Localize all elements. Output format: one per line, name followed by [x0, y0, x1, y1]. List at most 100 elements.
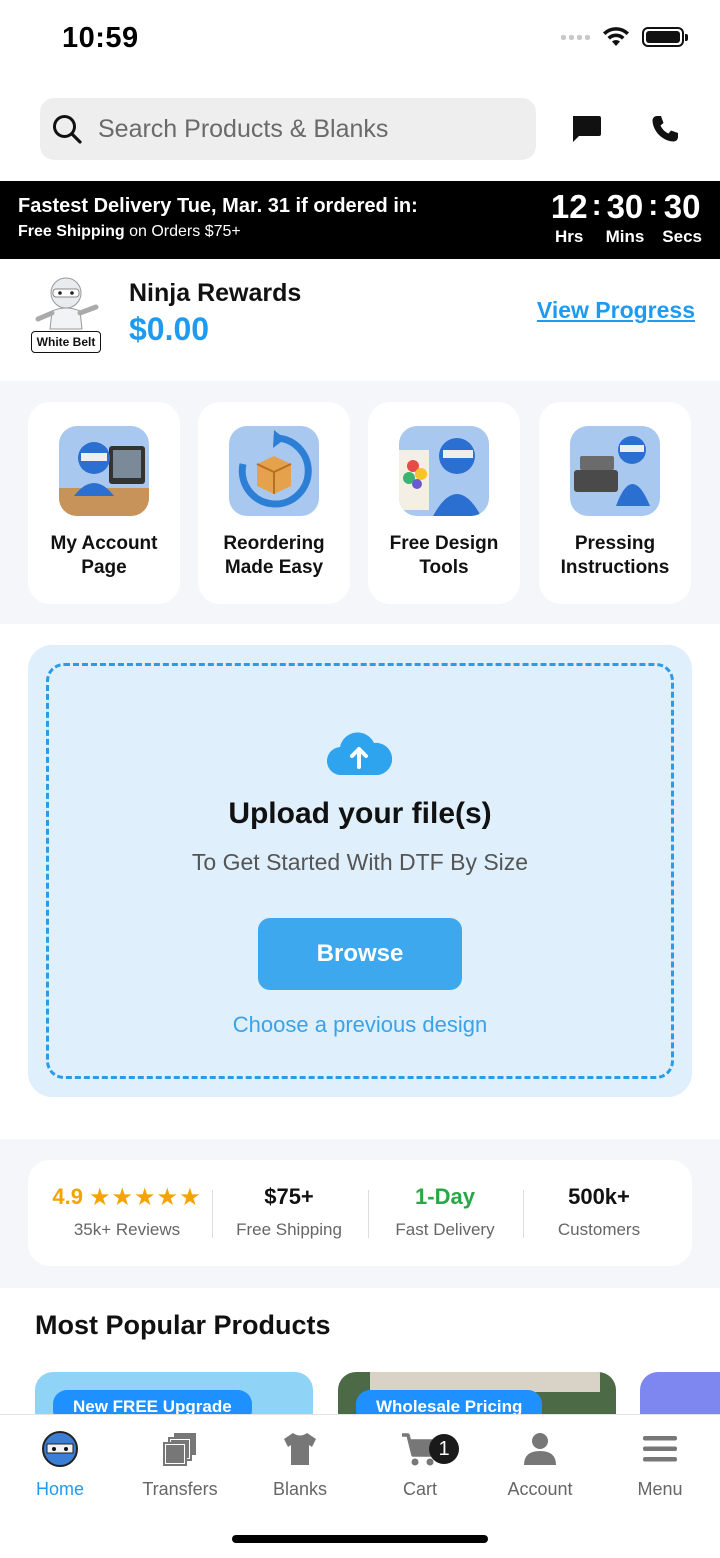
timer-minutes-value: 30 — [606, 188, 644, 225]
ninja-heat-press-icon — [570, 426, 660, 516]
timer-seconds-label: Secs — [662, 227, 702, 246]
rating-value: 4.9 — [52, 1184, 83, 1209]
stat-rating: 4.9 ★★★★★ 35k+ Reviews — [42, 1182, 212, 1240]
stat-divider — [523, 1190, 524, 1238]
hamburger-icon — [643, 1436, 677, 1462]
timer-seconds: 30 Secs — [662, 189, 702, 247]
delivery-countdown-banner: Fastest Delivery Tue, Mar. 31 if ordered… — [0, 181, 720, 259]
ninja-rewards-panel: White Belt Ninja Rewards $0.00 View Prog… — [0, 259, 720, 381]
tab-account[interactable]: Account — [480, 1429, 600, 1500]
rating-reviews: 35k+ Reviews — [73, 1220, 181, 1239]
product-tag: New FREE Upgrade — [53, 1390, 252, 1414]
cloud-upload-icon — [326, 732, 392, 776]
shipping-label: Free Shipping — [236, 1220, 342, 1239]
delivery-label: Fast Delivery — [395, 1220, 495, 1239]
bottom-tab-bar: Home Transfers Blanks 1 Cart Account Men… — [0, 1414, 720, 1558]
product-tag: Wholesale Pricing — [356, 1390, 543, 1414]
trust-stats-section: 4.9 ★★★★★ 35k+ Reviews $75+ Free Shipping… — [0, 1139, 720, 1288]
timer-minutes-label: Mins — [605, 227, 645, 246]
tab-menu[interactable]: Menu — [600, 1429, 720, 1500]
free-shipping-note: Free Shipping on Orders $75+ — [18, 223, 241, 241]
person-icon — [524, 1433, 556, 1465]
product-card[interactable] — [640, 1372, 720, 1414]
ninja-home-icon — [42, 1431, 78, 1467]
free-shipping-label: Free Shipping — [18, 223, 125, 240]
view-progress-link[interactable]: View Progress — [537, 297, 695, 324]
wifi-icon — [603, 27, 629, 46]
chat-icon[interactable] — [570, 114, 602, 144]
rating-stars-icon: ★★★★★ — [89, 1183, 202, 1211]
search-bar[interactable] — [40, 98, 536, 160]
upload-subtitle: To Get Started With DTF By Size — [191, 849, 529, 875]
quick-link-label: My Account Page — [50, 533, 158, 578]
search-input[interactable] — [98, 114, 518, 144]
tshirt-icon — [284, 1433, 316, 1465]
quick-link-pressing[interactable]: Pressing Instructions — [539, 402, 691, 604]
status-icons — [561, 26, 688, 48]
timer-hours: 12 Hrs — [551, 189, 588, 247]
search-row — [40, 98, 700, 160]
customers-label: Customers — [557, 1220, 641, 1239]
timer-separator: : — [648, 189, 659, 222]
free-shipping-threshold: on Orders $75+ — [124, 223, 241, 240]
section-title: Most Popular Products — [35, 1310, 331, 1340]
popular-products-section: Most Popular Products New FREE Upgrade W… — [0, 1288, 720, 1414]
tab-label: Menu — [637, 1479, 683, 1499]
rewards-balance: $0.00 — [129, 311, 210, 347]
tab-label: Blanks — [272, 1479, 328, 1499]
stat-shipping: $75+ Free Shipping — [224, 1182, 354, 1240]
upload-dropzone[interactable]: Upload your file(s) To Get Started With … — [28, 645, 692, 1097]
product-card[interactable]: Wholesale Pricing — [338, 1372, 616, 1414]
cart-count-badge: 1 — [429, 1434, 459, 1464]
timer-hours-value: 12 — [550, 188, 588, 225]
trust-stats-card: 4.9 ★★★★★ 35k+ Reviews $75+ Free Shipping… — [28, 1160, 692, 1266]
upload-title: Upload your file(s) — [228, 797, 492, 830]
timer-hours-label: Hrs — [555, 227, 584, 246]
status-time: 10:59 — [62, 22, 139, 54]
quick-link-label: Reordering Made Easy — [223, 533, 325, 578]
layers-icon — [163, 1433, 196, 1466]
tab-label: Cart — [402, 1479, 437, 1499]
tab-label: Account — [507, 1479, 573, 1499]
belt-badge: White Belt — [31, 331, 101, 353]
stat-divider — [212, 1190, 213, 1238]
countdown-timer: 12 Hrs : 30 Mins : 30 Secs — [551, 189, 702, 247]
home-indicator — [232, 1535, 488, 1543]
reorder-box-icon — [229, 426, 319, 516]
stat-customers: 500k+ Customers — [534, 1182, 664, 1240]
tab-label: Home — [35, 1479, 84, 1499]
delivery-value: 1-Day — [415, 1184, 475, 1209]
stat-delivery: 1-Day Fast Delivery — [380, 1182, 510, 1240]
tab-home[interactable]: Home — [0, 1429, 120, 1500]
quick-link-label: Pressing Instructions — [560, 533, 670, 578]
tab-transfers[interactable]: Transfers — [120, 1429, 240, 1500]
browse-button[interactable]: Browse — [258, 918, 462, 990]
shipping-value: $75+ — [264, 1184, 314, 1209]
stat-divider — [368, 1190, 369, 1238]
tab-cart[interactable]: 1 Cart — [360, 1429, 480, 1500]
phone-icon[interactable] — [650, 114, 680, 144]
rewards-title: Ninja Rewards — [129, 279, 302, 307]
delivery-title: Fastest Delivery Tue, Mar. 31 if ordered… — [18, 195, 418, 217]
quick-link-reordering[interactable]: Reordering Made Easy — [198, 402, 350, 604]
ninja-computer-icon — [59, 426, 149, 516]
status-bar: 10:59 — [0, 0, 720, 80]
upload-section: Upload your file(s) To Get Started With … — [0, 624, 720, 1139]
product-card[interactable]: New FREE Upgrade — [35, 1372, 313, 1414]
customers-value: 500k+ — [568, 1184, 630, 1209]
cellular-signal-icon — [561, 34, 590, 40]
quick-links-section: My Account Page Reordering Made Easy Free … — [0, 381, 720, 624]
timer-separator: : — [591, 189, 602, 222]
quick-link-design-tools[interactable]: Free Design Tools — [368, 402, 520, 604]
search-icon — [53, 115, 82, 144]
timer-seconds-value: 30 — [663, 188, 701, 225]
battery-icon — [642, 27, 688, 47]
choose-previous-design-link[interactable]: Choose a previous design — [28, 1012, 692, 1038]
tab-label: Transfers — [142, 1479, 218, 1499]
timer-minutes: 30 Mins — [606, 189, 645, 247]
quick-link-label: Free Design Tools — [389, 533, 499, 578]
quick-link-my-account[interactable]: My Account Page — [28, 402, 180, 604]
product-image — [370, 1372, 600, 1392]
tab-blanks[interactable]: Blanks — [240, 1429, 360, 1500]
ninja-painting-icon — [399, 426, 489, 516]
